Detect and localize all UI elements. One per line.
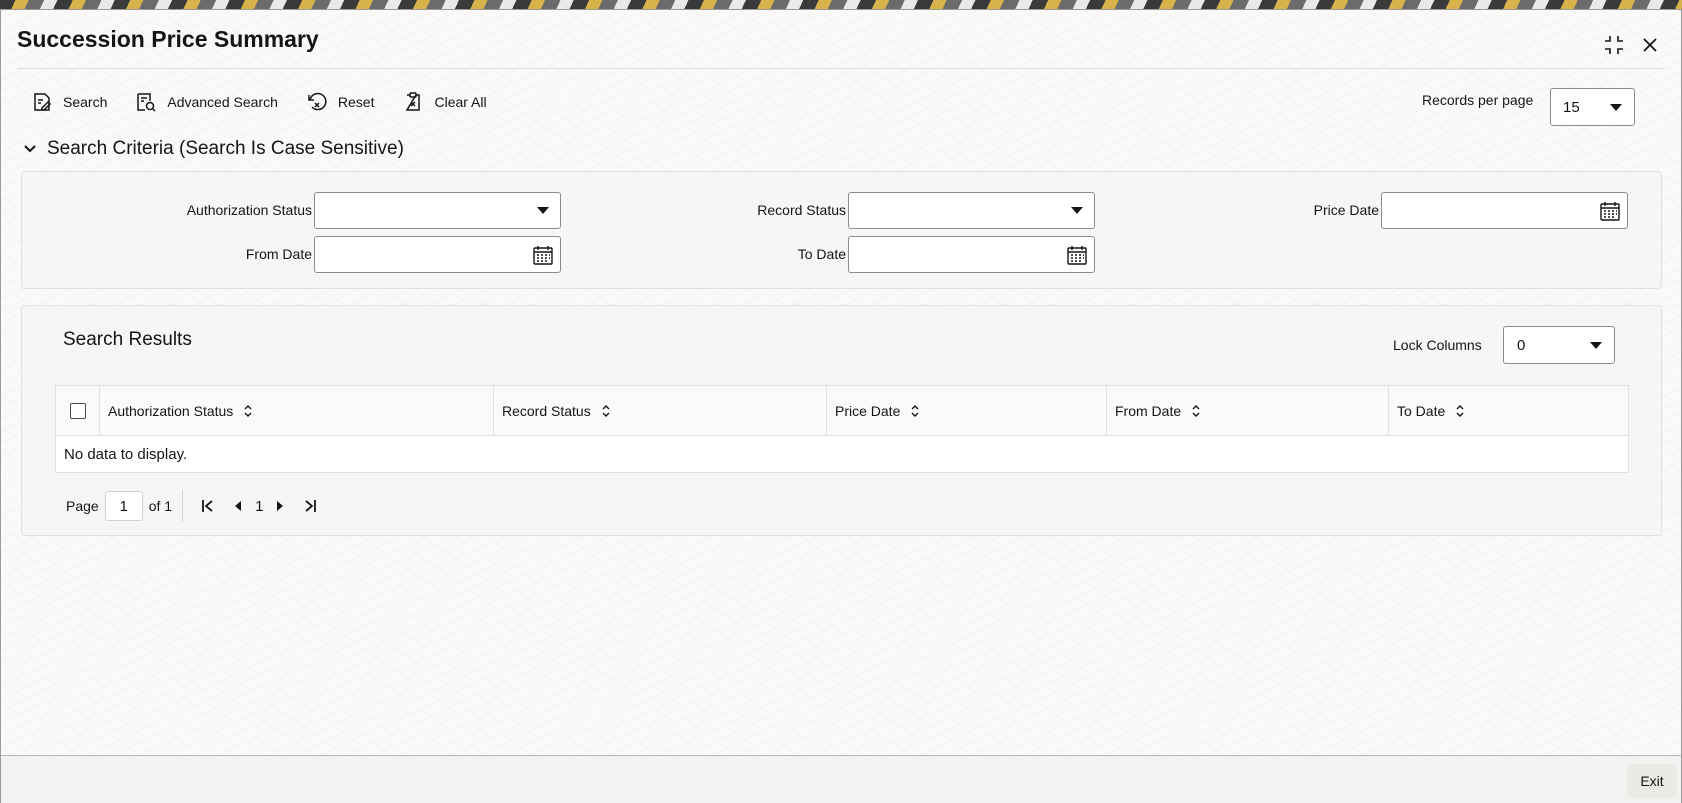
current-page-number[interactable]: 1 <box>255 498 263 515</box>
chevron-down-icon <box>24 145 36 153</box>
search-criteria-panel: Authorization Status Record Status Price… <box>21 171 1662 289</box>
search-results-title: Search Results <box>63 329 192 350</box>
reset-button[interactable]: Reset <box>306 87 375 117</box>
close-icon[interactable] <box>1637 32 1663 58</box>
search-criteria-title: Search Criteria (Search Is Case Sensitiv… <box>47 138 404 159</box>
chevron-down-icon <box>1590 342 1602 349</box>
advanced-search-label: Advanced Search <box>167 94 278 110</box>
search-doc-icon <box>34 93 52 111</box>
footer-bar: Exit <box>1 756 1681 803</box>
last-page-icon[interactable] <box>299 494 321 518</box>
clipboard-icon <box>406 92 421 111</box>
sort-icon[interactable] <box>601 404 611 418</box>
column-label: Record Status <box>502 403 591 419</box>
clear-all-button[interactable]: Clear All <box>402 87 487 117</box>
record-status-select[interactable] <box>848 192 1095 229</box>
column-label: Price Date <box>835 403 901 419</box>
authorization-status-label: Authorization Status <box>186 202 312 218</box>
next-page-icon[interactable] <box>269 494 291 518</box>
column-header-from-date[interactable]: From Date <box>1106 386 1388 436</box>
page-number-value: 1 <box>119 497 128 515</box>
price-date-input[interactable] <box>1381 192 1628 229</box>
title-divider <box>17 68 1665 69</box>
exit-button[interactable]: Exit <box>1627 764 1677 798</box>
calendar-icon[interactable] <box>1066 244 1088 266</box>
sort-icon[interactable] <box>243 404 253 418</box>
reset-icon <box>308 92 327 111</box>
page-title: Succession Price Summary <box>17 26 319 52</box>
advanced-search-button[interactable]: Advanced Search <box>135 87 278 117</box>
from-date-label: From Date <box>245 246 312 262</box>
first-page-icon[interactable] <box>197 494 219 518</box>
column-header-to-date[interactable]: To Date <box>1388 386 1628 436</box>
calendar-icon[interactable] <box>532 244 554 266</box>
to-date-input[interactable] <box>848 236 1095 273</box>
to-date-label: To Date <box>797 246 846 262</box>
search-button[interactable]: Search <box>31 87 107 117</box>
search-criteria-toggle[interactable]: Search Criteria (Search Is Case Sensitiv… <box>23 138 404 160</box>
records-per-page-select[interactable]: 15 <box>1550 88 1635 126</box>
chevron-down-icon <box>537 207 549 214</box>
empty-table-message: No data to display. <box>64 446 188 463</box>
summary-window: Succession Price Summary Search Advanced… <box>0 9 1682 803</box>
sort-icon[interactable] <box>1455 404 1465 418</box>
sort-icon[interactable] <box>910 404 920 418</box>
record-status-label: Record Status <box>757 202 846 218</box>
records-per-page-value: 15 <box>1563 98 1580 116</box>
search-results-panel: Search Results Lock Columns 0 Authorizat… <box>21 305 1662 536</box>
results-table: Authorization Status Record Status Price… <box>55 385 1629 473</box>
pagination: Page 1 of 1 1 <box>66 490 325 522</box>
page-number-input[interactable]: 1 <box>104 491 143 521</box>
search-button-label: Search <box>63 94 108 110</box>
previous-page-icon[interactable] <box>227 494 249 518</box>
toolbar: Search Advanced Search Reset Clear All <box>31 82 515 122</box>
column-label: Authorization Status <box>108 403 234 419</box>
column-label: From Date <box>1115 403 1182 419</box>
page-total-label: of 1 <box>148 498 173 514</box>
column-label: To Date <box>1397 403 1446 419</box>
chevron-down-icon <box>1610 104 1622 111</box>
sort-icon[interactable] <box>1191 404 1201 418</box>
lock-columns-label: Lock Columns <box>1393 337 1482 353</box>
calendar-icon[interactable] <box>1599 200 1621 222</box>
lock-columns-value: 0 <box>1517 336 1526 354</box>
page-label: Page <box>66 498 99 514</box>
select-all-checkbox[interactable] <box>69 403 86 419</box>
column-header-authorization-status[interactable]: Authorization Status <box>99 386 493 436</box>
pager-divider <box>182 490 184 522</box>
lock-columns-select[interactable]: 0 <box>1503 326 1615 364</box>
column-header-record-status[interactable]: Record Status <box>493 386 826 436</box>
from-date-input[interactable] <box>314 236 561 273</box>
authorization-status-select[interactable] <box>314 192 561 229</box>
advanced-search-icon <box>137 93 156 112</box>
price-date-label: Price Date <box>1313 202 1379 218</box>
reset-button-label: Reset <box>337 94 375 110</box>
records-per-page-label: Records per page <box>1422 92 1534 108</box>
table-header: Authorization Status Record Status Price… <box>56 386 1628 436</box>
clear-all-label: Clear All <box>434 94 487 110</box>
column-header-price-date[interactable]: Price Date <box>826 386 1106 436</box>
maximize-icon[interactable] <box>1601 32 1627 58</box>
select-all-cell <box>56 386 99 436</box>
chevron-down-icon <box>1071 207 1083 214</box>
